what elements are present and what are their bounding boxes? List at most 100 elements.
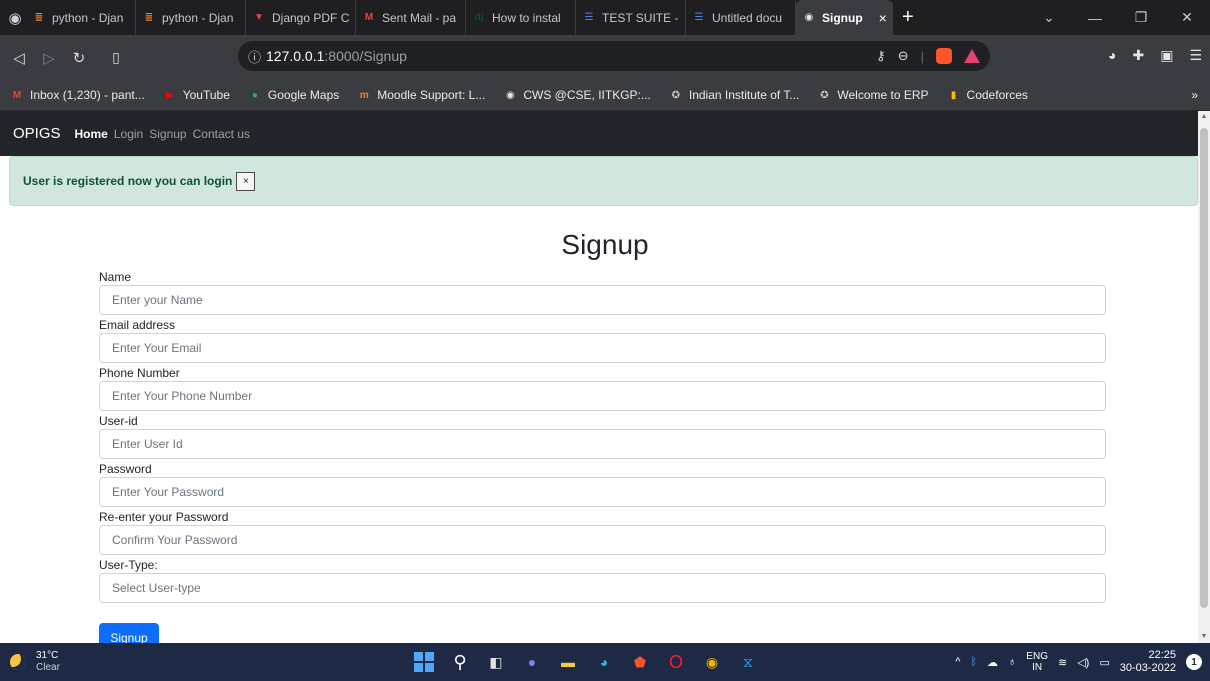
vscode-icon[interactable]: ⧖: [737, 651, 759, 673]
password-input[interactable]: [99, 477, 1106, 507]
edge-icon[interactable]: ◕: [593, 651, 615, 673]
teams-chat-icon[interactable]: ●: [521, 651, 543, 673]
bluetooth-icon[interactable]: ᛒ: [970, 656, 977, 668]
language-indicator[interactable]: ENG IN: [1026, 651, 1048, 673]
search-icon[interactable]: ⚲: [449, 651, 471, 673]
browser-tab[interactable]: ☰ Untitled docu: [686, 0, 796, 35]
scroll-up-icon[interactable]: ▲: [1198, 111, 1210, 123]
bookmark-item[interactable]: ◉ CWS @CSE, IITKGP:...: [503, 88, 651, 102]
nav-link-home[interactable]: Home: [75, 127, 108, 141]
user-type-label: User-Type:: [99, 558, 158, 572]
docs-icon: ☰: [584, 12, 594, 23]
task-view-icon[interactable]: ◧: [485, 651, 507, 673]
stackoverflow-icon: ≣: [34, 12, 44, 23]
opera-icon[interactable]: O: [665, 651, 687, 673]
signup-button[interactable]: Signup: [99, 623, 159, 643]
weather-widget[interactable]: 31°C Clear: [10, 650, 60, 674]
battery-icon[interactable]: ▭: [1099, 656, 1109, 669]
browser-tab-strip: ◉ ≣ python - Djan ≣ python - Djan ▼ Django PD…: [0, 0, 1210, 35]
menu-icon[interactable]: ☰: [1189, 47, 1202, 64]
tab-list-chevron-icon[interactable]: ⌄: [1026, 9, 1072, 26]
bookmark-item[interactable]: ▶ YouTube: [163, 88, 230, 102]
bookmark-item[interactable]: ✪ Welcome to ERP: [817, 88, 928, 102]
taskbar-apps: ⚲ ◧ ● ▬ ◕ ⬟ O ◉ ⧖: [413, 643, 759, 681]
phone-number-input[interactable]: [99, 381, 1106, 411]
bookmark-item[interactable]: ▮ Codeforces: [947, 88, 1028, 102]
close-tab-icon[interactable]: ×: [879, 10, 887, 26]
stackoverflow-icon: ≣: [144, 12, 154, 23]
brave-rewards-icon[interactable]: [964, 49, 980, 63]
django-icon: dj: [474, 12, 484, 23]
alert-message: User is registered now you can login: [23, 174, 233, 188]
volume-icon[interactable]: ◁): [1077, 656, 1089, 669]
brave-icon[interactable]: ⬟: [629, 651, 651, 673]
restore-icon[interactable]: ❐: [1118, 9, 1164, 26]
email-address-input[interactable]: [99, 333, 1106, 363]
globe-icon: ◉: [505, 89, 515, 101]
site-info-icon[interactable]: ⓘ: [248, 47, 266, 66]
browser-tab[interactable]: ≣ python - Djan: [136, 0, 246, 35]
tab-search-icon[interactable]: ◉: [4, 0, 26, 35]
forward-icon[interactable]: ▷: [38, 44, 60, 72]
back-icon[interactable]: ◁: [8, 44, 30, 72]
window-controls: ⌄ — ❐ ✕: [1026, 0, 1210, 35]
name-input[interactable]: [99, 285, 1106, 315]
bookmarks-bar: M Inbox (1,230) - pant... ▶ YouTube ● Google …: [0, 80, 1210, 111]
brave-shields-icon[interactable]: [936, 48, 952, 64]
globe-icon: ◉: [804, 12, 814, 23]
nav-link-contact-us[interactable]: Contact us: [193, 127, 250, 141]
url-host: 127.0.0.1: [266, 48, 325, 64]
maps-icon: ●: [251, 89, 258, 101]
moodle-icon: m: [359, 89, 369, 101]
browser-tab[interactable]: M Sent Mail - pa: [356, 0, 466, 35]
weather-condition: Clear: [36, 662, 60, 673]
tray-overflow-chevron-icon[interactable]: ^: [955, 656, 960, 668]
wifi-icon[interactable]: ≋: [1058, 656, 1067, 669]
bookmark-item[interactable]: ✪ Indian Institute of T...: [669, 88, 800, 102]
password-key-icon[interactable]: ⚷: [876, 48, 886, 64]
reload-icon[interactable]: ↻: [68, 44, 90, 72]
scroll-down-icon[interactable]: ▼: [1198, 631, 1210, 643]
signup-form: Name Email address Phone Number User-id Pass…: [99, 269, 1106, 605]
page-scrollbar[interactable]: ▲ ▼: [1198, 111, 1210, 643]
page-viewport: OPIGS Home Login Signup Contact us User is …: [0, 111, 1198, 643]
notification-badge[interactable]: 1: [1186, 654, 1202, 670]
iit-logo-icon: ✪: [820, 89, 829, 101]
chrome-icon[interactable]: ◉: [701, 651, 723, 673]
address-bar[interactable]: ⓘ 127.0.0.1 :8000/Signup ⚷ ⊖ |: [238, 41, 990, 71]
bookmark-item[interactable]: m Moodle Support: L...: [357, 88, 486, 102]
success-alert: User is registered now you can login ×: [9, 156, 1198, 206]
alert-close-button[interactable]: ×: [236, 171, 256, 191]
re-enter-your-password-input[interactable]: [99, 525, 1106, 555]
minimize-icon[interactable]: —: [1072, 10, 1118, 26]
wallet-icon[interactable]: ▣: [1160, 47, 1173, 64]
bookmark-item[interactable]: M Inbox (1,230) - pant...: [10, 88, 145, 102]
bookmark-icon[interactable]: ▯: [104, 49, 128, 66]
file-explorer-icon[interactable]: ▬: [557, 651, 579, 673]
close-window-icon[interactable]: ✕: [1164, 9, 1210, 26]
microphone-icon[interactable]: ♁: [1008, 656, 1016, 668]
network-alert-icon[interactable]: ☁: [987, 656, 998, 669]
temperature: 31°C: [36, 650, 59, 661]
nav-link-login[interactable]: Login: [114, 127, 143, 141]
user-id-input[interactable]: [99, 429, 1106, 459]
incognito-icon[interactable]: ◕: [1108, 47, 1116, 64]
bookmark-item[interactable]: ● Google Maps: [248, 88, 339, 102]
moon-icon: [10, 654, 26, 670]
scroll-thumb[interactable]: [1200, 128, 1208, 608]
extensions-puzzle-icon[interactable]: ✚: [1132, 47, 1144, 64]
browser-tab[interactable]: ▼ Django PDF C: [246, 0, 356, 35]
new-tab-button[interactable]: +: [893, 6, 923, 29]
youtube-icon: ▶: [165, 89, 174, 101]
browser-tab[interactable]: dj How to instal: [466, 0, 576, 35]
browser-tab[interactable]: ≣ python - Djan: [26, 0, 136, 35]
bookmarks-overflow-icon[interactable]: »: [1191, 88, 1198, 102]
user-type-input[interactable]: [99, 573, 1106, 603]
zoom-icon[interactable]: ⊖: [898, 48, 909, 64]
windows-start-icon[interactable]: [413, 651, 435, 673]
site-brand[interactable]: OPIGS: [13, 125, 61, 142]
browser-tab[interactable]: ☰ TEST SUITE -: [576, 0, 686, 35]
clock[interactable]: 22:25 30-03-2022: [1120, 649, 1176, 675]
nav-link-signup[interactable]: Signup: [149, 127, 186, 141]
active-tab-signup[interactable]: ◉ Signup ×: [796, 0, 893, 35]
